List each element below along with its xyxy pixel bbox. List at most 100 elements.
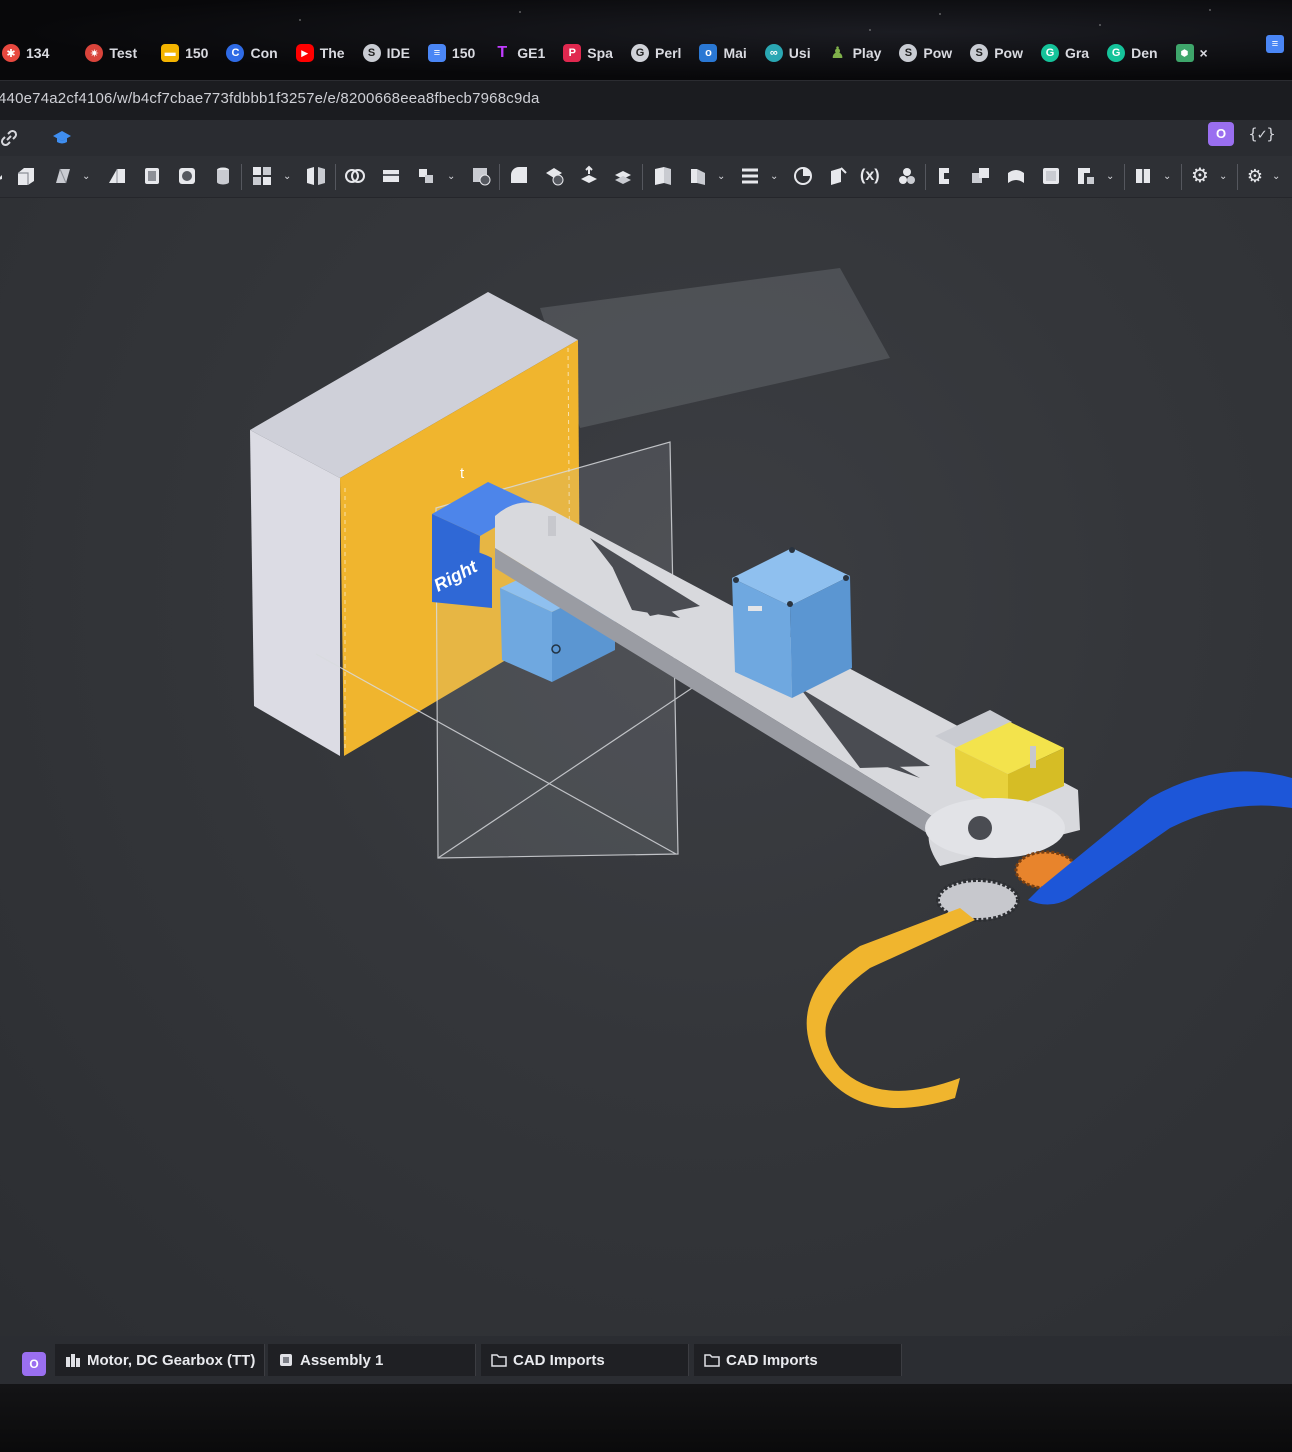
- arduino-icon: ∞: [764, 44, 783, 62]
- wrap-icon[interactable]: [1075, 165, 1097, 187]
- canvas-icon: C: [226, 44, 245, 62]
- onshape-icon: S: [362, 44, 381, 62]
- grammarly-icon: G: [1107, 44, 1126, 62]
- chevron-down-icon[interactable]: ⌄: [447, 171, 457, 182]
- section-view-icon[interactable]: [1132, 165, 1154, 187]
- browser-tab[interactable]: ▬ 150: [153, 38, 218, 68]
- browser-tab[interactable]: G Perl: [623, 38, 691, 68]
- split-icon[interactable]: [380, 165, 402, 187]
- frame-icon[interactable]: [739, 165, 761, 187]
- toolbar-separator: [499, 164, 500, 190]
- chevron-down-icon[interactable]: ⌄: [283, 171, 293, 182]
- onshape-icon: S: [970, 44, 989, 62]
- pdf-icon: P: [563, 44, 582, 62]
- browser-tab[interactable]: ≡ 150: [420, 38, 485, 68]
- user-badge-bottom[interactable]: O: [22, 1352, 46, 1376]
- browser-tab[interactable]: ✱ 134: [0, 38, 59, 68]
- boolean-icon[interactable]: [344, 165, 366, 187]
- plane-icon[interactable]: [827, 165, 849, 187]
- enclose-icon[interactable]: [1040, 165, 1062, 187]
- toolbar-separator: [1237, 164, 1238, 190]
- close-icon[interactable]: ×: [1200, 45, 1208, 61]
- loft-icon[interactable]: [141, 165, 163, 187]
- delete-face-icon[interactable]: [543, 165, 565, 187]
- chevron-down-icon[interactable]: ⌄: [82, 171, 92, 182]
- composite-icon[interactable]: [970, 165, 992, 187]
- asana-icon: ✱: [2, 44, 20, 62]
- browser-tab-strip: ✱ 134 ✷ Test ▬ 150 C Con ▶ The S IDE ≡ 150 T GE1…: [0, 0, 1292, 80]
- browser-tab[interactable]: o Mai: [691, 38, 756, 68]
- replace-face-icon[interactable]: [612, 165, 634, 187]
- extrude-icon[interactable]: [15, 165, 37, 187]
- document-tab-bar: Motor, DC Gearbox (TT) Assembly 1 CAD Im…: [0, 1336, 1292, 1384]
- address-bar[interactable]: 440e74a2cf4106/w/b4cf7cbae773fdbbb1f3257…: [0, 80, 1292, 120]
- browser-tab-active[interactable]: ⬢ ×: [1168, 38, 1218, 68]
- browser-tab[interactable]: ▶ The: [288, 38, 355, 68]
- folder-icon: [704, 1354, 720, 1367]
- browser-tab[interactable]: S IDE: [355, 38, 420, 68]
- cad-model-scene[interactable]: Right t: [0, 198, 1292, 1336]
- pattern-icon[interactable]: [251, 165, 273, 187]
- fillet-icon[interactable]: [212, 165, 234, 187]
- browser-tab[interactable]: G Den: [1099, 38, 1167, 68]
- screen-reflection: [540, 268, 890, 428]
- sweep-icon[interactable]: [106, 165, 128, 187]
- monitor-bezel: [0, 1384, 1292, 1452]
- flange-icon[interactable]: [687, 165, 709, 187]
- browser-tab[interactable]: G Gra: [1033, 38, 1099, 68]
- chevron-down-icon[interactable]: ⌄: [770, 171, 780, 182]
- tab-cad-imports[interactable]: CAD Imports: [481, 1344, 689, 1376]
- derived-icon[interactable]: [896, 165, 918, 187]
- tab-cad-imports-2[interactable]: CAD Imports: [694, 1344, 902, 1376]
- toolbar-separator: [925, 164, 926, 190]
- variable-icon[interactable]: (x): [860, 165, 882, 187]
- move-face-icon[interactable]: [578, 165, 600, 187]
- mirror-icon[interactable]: [305, 165, 327, 187]
- tinkercad-icon: T: [497, 44, 508, 61]
- modify-fillet-icon[interactable]: [508, 165, 530, 187]
- sheet-metal-icon[interactable]: [652, 165, 674, 187]
- url-text[interactable]: 440e74a2cf4106/w/b4cf7cbae773fdbbb1f3257…: [0, 90, 540, 107]
- mate-connector-icon[interactable]: [934, 165, 956, 187]
- chess-icon: ♟: [830, 45, 845, 62]
- browser-tab[interactable]: ♟ Play: [821, 38, 892, 68]
- user-badge[interactable]: O: [1208, 122, 1234, 146]
- graphics-viewport[interactable]: Right t: [0, 198, 1292, 1336]
- assembly-icon: [280, 1354, 292, 1366]
- custom-features-icon[interactable]: ⚙: [1244, 165, 1266, 187]
- gear-icon[interactable]: ⚙: [1189, 165, 1211, 187]
- link-icon[interactable]: [0, 129, 18, 147]
- chevron-down-icon[interactable]: ⌄: [717, 171, 727, 182]
- chevron-down-icon[interactable]: ⌄: [1163, 171, 1173, 182]
- delete-part-icon[interactable]: [470, 165, 492, 187]
- grammarly-icon: G: [1040, 44, 1059, 62]
- extension-icon: ⬢: [1175, 44, 1194, 62]
- feature-toolbar: ⌄ ⌄ ⌄ ⌄ ⌄ (x) ⌄ ⌄ ⚙ ⌄ ⚙ ⌄: [0, 156, 1292, 198]
- transform-icon[interactable]: [415, 165, 437, 187]
- browser-tab[interactable]: S Pow: [891, 38, 962, 68]
- yellow-hook: [806, 908, 975, 1108]
- browser-tab[interactable]: T GE1: [485, 38, 555, 68]
- browser-tab[interactable]: S Pow: [962, 38, 1033, 68]
- chevron-down-icon[interactable]: ⌄: [1219, 171, 1229, 182]
- tab-assembly[interactable]: Assembly 1: [268, 1344, 476, 1376]
- browser-tab[interactable]: C Con: [218, 38, 287, 68]
- youtube-icon: ▶: [295, 44, 314, 62]
- browser-tab[interactable]: ∞ Usi: [757, 38, 821, 68]
- surface-icon[interactable]: [1005, 165, 1027, 187]
- docs-icon[interactable]: ≡: [1266, 35, 1284, 53]
- variables-button[interactable]: {✓}: [1248, 122, 1276, 146]
- tab-motor-dc-gearbox[interactable]: Motor, DC Gearbox (TT): [55, 1344, 265, 1376]
- slides-icon: ▬: [161, 44, 180, 62]
- thicken-icon[interactable]: [176, 165, 198, 187]
- learning-center-icon[interactable]: [52, 129, 72, 147]
- measure-icon[interactable]: [792, 165, 814, 187]
- browser-tab[interactable]: ✷ Test: [77, 38, 147, 68]
- revolve-icon[interactable]: [52, 165, 74, 187]
- end-hub: [925, 798, 1065, 858]
- browser-tab[interactable]: P Spa: [555, 38, 623, 68]
- chevron-down-icon[interactable]: ⌄: [1272, 171, 1282, 182]
- chevron-down-icon[interactable]: ⌄: [1106, 171, 1116, 182]
- folder-icon: [491, 1354, 507, 1367]
- toolbar-separator: [1181, 164, 1182, 190]
